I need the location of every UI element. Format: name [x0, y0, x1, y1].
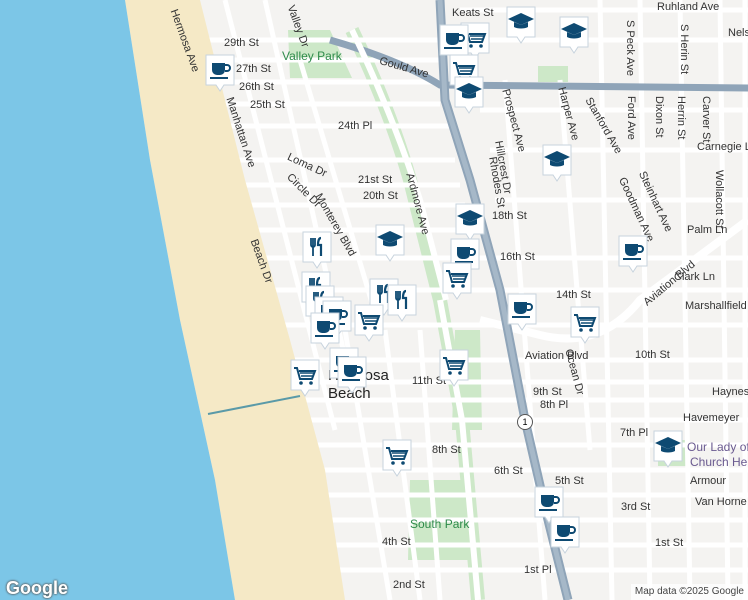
poi-pin-restaurant[interactable] — [385, 282, 419, 324]
school-icon — [542, 144, 572, 182]
street-label: 18th St — [492, 210, 527, 222]
restaurant-icon — [387, 284, 417, 322]
cafe-icon — [618, 235, 648, 273]
google-logo: Google — [6, 578, 68, 598]
street-label: Havemeyer — [683, 412, 740, 424]
street-label: 3rd St — [621, 501, 651, 513]
school-icon — [454, 76, 484, 114]
grocery-icon — [382, 439, 412, 477]
poi-pin-cafe[interactable] — [203, 52, 237, 94]
street-label: 26th St — [239, 81, 274, 93]
street-label: Aviation Blvd — [525, 350, 589, 362]
poi-pin-grocery[interactable] — [380, 437, 414, 479]
street-label: 16th St — [500, 251, 535, 263]
poi-label: Church He — [690, 455, 748, 469]
poi-pin-school[interactable] — [452, 74, 486, 116]
poi-pin-grocery[interactable] — [568, 304, 602, 346]
poi-pin-grocery[interactable] — [437, 347, 471, 389]
street-label: Carnegie Ln — [697, 141, 748, 153]
poi-pin-school[interactable] — [373, 222, 407, 264]
cafe-icon — [205, 54, 235, 92]
poi-pin-grocery[interactable] — [288, 357, 322, 399]
route-1-shield: 1 — [517, 414, 533, 430]
poi-pin-school[interactable] — [540, 142, 574, 184]
street-label: 20th St — [363, 190, 398, 202]
grocery-icon — [442, 262, 472, 300]
poi-pin-school[interactable] — [504, 4, 538, 46]
street-label: Ford Ave — [625, 96, 637, 140]
street-label: 14th St — [556, 289, 591, 301]
poi-pin-cafe[interactable] — [335, 354, 369, 396]
street-label: Wollacott St — [713, 170, 725, 229]
street-label: Ruhland Ave — [657, 1, 720, 13]
street-label: Carver St — [700, 96, 712, 143]
cafe-icon — [550, 516, 580, 554]
street-label: Van Horne — [695, 496, 747, 508]
school-icon — [506, 6, 536, 44]
park-label: Valley Park — [282, 49, 342, 63]
street-label: Nelson — [728, 27, 748, 39]
street-label: 8th Pl — [540, 399, 569, 411]
grocery-icon — [570, 306, 600, 344]
street-label: 1st St — [655, 537, 684, 549]
map-attribution[interactable]: Map data ©2025 Google — [630, 584, 748, 600]
street-label: Marshallfield Ln — [685, 300, 748, 312]
street-label: 4th St — [382, 536, 411, 548]
street-label: 10th St — [635, 349, 670, 361]
poi-pin-school[interactable] — [557, 14, 591, 56]
poi-pin-school[interactable] — [651, 428, 685, 470]
street-label: 27th St — [236, 63, 271, 75]
street-label: S Herin St — [678, 24, 690, 75]
street-label: Keats St — [452, 7, 494, 19]
grocery-icon — [439, 349, 469, 387]
school-icon — [375, 224, 405, 262]
poi-label: Our Lady of — [687, 440, 748, 454]
poi-pin-grocery[interactable] — [352, 302, 386, 344]
cafe-icon — [507, 293, 537, 331]
park-label: South Park — [410, 517, 470, 531]
street-label: Haynes — [712, 386, 748, 398]
cafe-icon — [337, 356, 367, 394]
street-label: 2nd St — [393, 579, 425, 591]
street-label: 7th Pl — [620, 427, 649, 439]
street-label: 9th St — [533, 386, 562, 398]
poi-pin-restaurant[interactable] — [300, 229, 334, 271]
map-canvas[interactable]: Keats St Ruhland Ave Nelson 29th St 27th… — [0, 0, 748, 600]
restaurant-icon — [302, 231, 332, 269]
poi-pin-cafe[interactable] — [505, 291, 539, 333]
street-label: Dixon St — [653, 96, 665, 138]
street-label: 8th St — [432, 444, 461, 456]
park-area — [538, 66, 568, 82]
grocery-icon — [290, 359, 320, 397]
street-label: Armour — [690, 475, 727, 487]
street-label: 1st Pl — [524, 564, 552, 576]
school-icon — [559, 16, 589, 54]
poi-pin-cafe[interactable] — [616, 233, 650, 275]
grocery-icon — [354, 304, 384, 342]
poi-pin-cafe[interactable] — [548, 514, 582, 556]
school-icon — [653, 430, 683, 468]
poi-pin-grocery[interactable] — [440, 260, 474, 302]
street-label: 21st St — [358, 174, 393, 186]
street-label: S Peck Ave — [624, 20, 636, 77]
street-label: 25th St — [250, 99, 285, 111]
street-label: Herrin St — [675, 96, 687, 140]
street-label: 6th St — [494, 465, 523, 477]
street-label: 29th St — [224, 37, 259, 49]
street-label: 24th Pl — [338, 120, 373, 132]
